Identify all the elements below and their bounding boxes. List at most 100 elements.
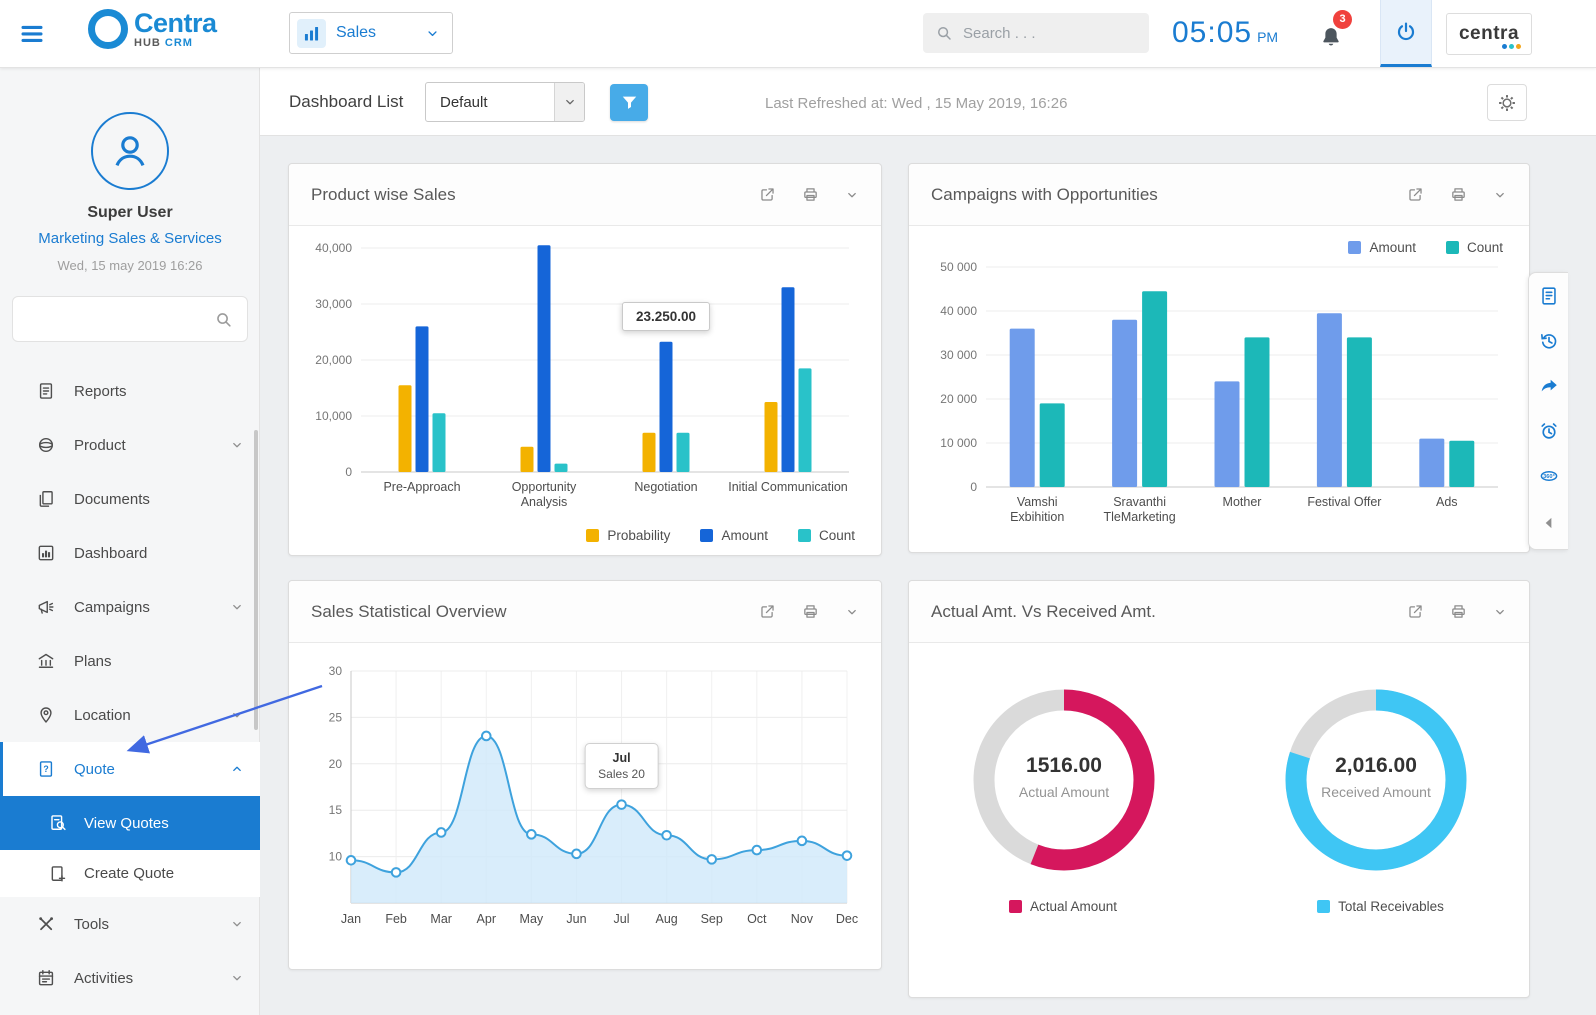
sidebar-item-campaigns[interactable]: Campaigns [0, 580, 260, 634]
card-header: Product wise Sales [289, 164, 881, 226]
expand-icon[interactable] [1407, 603, 1424, 620]
print-icon[interactable] [1450, 603, 1467, 620]
sidebar-item-dashboard[interactable]: Dashboard [0, 526, 260, 580]
sidebar-item-plans[interactable]: Plans [0, 634, 260, 688]
legend-item-count: Count [798, 528, 855, 543]
sidebar-item-quote[interactable]: ? Quote [0, 742, 260, 796]
sidebar-item-product[interactable]: Product [0, 418, 260, 472]
chart-tooltip: 23.250.00 [622, 302, 710, 331]
sidebar-scrollbar[interactable] [254, 430, 258, 730]
reminder-icon[interactable] [1538, 420, 1560, 442]
legend-swatch [798, 529, 811, 542]
logo-brand-text: Centra [134, 10, 217, 36]
last-refreshed-text: Last Refreshed at: Wed , 15 May 2019, 16… [765, 95, 1067, 112]
svg-text:30: 30 [329, 664, 343, 678]
activities-icon [36, 968, 56, 988]
svg-text:Mar: Mar [430, 912, 452, 926]
dashboard-settings-button[interactable] [1487, 84, 1527, 121]
svg-text:Opportunity: Opportunity [512, 480, 577, 494]
global-search-input[interactable] [963, 25, 1137, 42]
user-avatar[interactable] [91, 112, 169, 190]
customer-360-icon[interactable]: 360° [1538, 465, 1560, 487]
chevron-down-icon[interactable] [1493, 605, 1507, 619]
session-datetime: Wed, 15 may 2019 16:26 [0, 258, 260, 273]
expand-icon[interactable] [759, 186, 776, 203]
print-icon[interactable] [802, 186, 819, 203]
centrahub-logo[interactable]: Centra HUB CRM [88, 9, 217, 49]
module-selector[interactable]: Sales [289, 12, 453, 54]
chevron-up-icon [230, 762, 244, 776]
collapse-rail-icon[interactable] [1538, 512, 1560, 534]
print-icon[interactable] [1450, 186, 1467, 203]
dashboard-icon [36, 543, 56, 563]
legend-item-amount: Amount [1348, 240, 1416, 255]
sidebar-item-label: Plans [74, 653, 112, 670]
chevron-down-icon[interactable] [1493, 188, 1507, 202]
share-icon[interactable] [1538, 375, 1560, 397]
chevron-down-icon[interactable] [845, 188, 859, 202]
legend-swatch [1446, 241, 1459, 254]
svg-text:Apr: Apr [477, 912, 496, 926]
topbar: Centra HUB CRM Sales 05:05PM 3 centra [0, 0, 1596, 68]
sidebar: Super User Marketing Sales & Services We… [0, 68, 260, 1015]
sidebar-item-location[interactable]: Location [0, 688, 260, 742]
clock-time: 05:05 [1172, 16, 1252, 49]
partner-logo-dots [1502, 44, 1521, 49]
svg-text:Vamshi: Vamshi [1017, 495, 1058, 509]
sales-line-chart: JanFebMarAprMayJunJulAugSepOctNovDec1015… [299, 643, 871, 951]
sidebar-search-input[interactable] [27, 311, 206, 327]
sidebar-menu: Reports Product DocumentsDashboardCampaign… [0, 364, 260, 1005]
search-icon [214, 310, 233, 329]
sidebar-item-activities[interactable]: Activities [0, 951, 260, 1005]
card-actions [759, 186, 859, 203]
chevron-down-icon [230, 600, 244, 614]
sidebar-item-tools[interactable]: Tools [0, 897, 260, 951]
svg-text:10 000: 10 000 [940, 436, 977, 450]
sidebar-item-reports[interactable]: Reports [0, 364, 260, 418]
legend-label: Probability [607, 528, 670, 543]
sidebar-item-label: Product [74, 437, 126, 454]
legend-swatch [586, 529, 599, 542]
svg-text:30,000: 30,000 [315, 297, 352, 311]
quote-icon: ? [36, 759, 56, 779]
sidebar-item-documents[interactable]: Documents [0, 472, 260, 526]
legend-swatch [1009, 900, 1022, 913]
sidebar-item-view-quotes[interactable]: View Quotes [0, 796, 260, 850]
svg-text:20: 20 [329, 757, 343, 771]
dashboard-list-label: Dashboard List [289, 92, 403, 112]
chart-tooltip: Jul Sales 20 [584, 743, 659, 789]
legend-label: Amount [721, 528, 768, 543]
svg-text:10,000: 10,000 [315, 409, 352, 423]
user-department[interactable]: Marketing Sales & Services [0, 230, 260, 247]
expand-icon[interactable] [759, 603, 776, 620]
sidebar-item-label: Quote [74, 761, 115, 778]
svg-text:0: 0 [970, 480, 977, 494]
sidebar-search [12, 296, 248, 342]
legend-swatch [1317, 900, 1330, 913]
card-title: Campaigns with Opportunities [931, 185, 1158, 205]
global-search [923, 13, 1149, 53]
filter-button[interactable] [610, 84, 648, 121]
print-icon[interactable] [802, 603, 819, 620]
sidebar-item-label: View Quotes [84, 815, 169, 832]
chevron-down-icon [230, 917, 244, 931]
sidebar-item-create-quote[interactable]: Create Quote [0, 850, 260, 897]
history-icon[interactable] [1538, 330, 1560, 352]
legend-item-probability: Probability [586, 528, 670, 543]
svg-text:Exbihition: Exbihition [1010, 510, 1064, 524]
gear-icon [1497, 93, 1517, 113]
expand-icon[interactable] [1407, 186, 1424, 203]
dashboard-view-selector[interactable]: Default [425, 82, 585, 122]
location-icon [36, 705, 56, 725]
legend-label: Count [1467, 240, 1503, 255]
chevron-down-icon[interactable] [845, 605, 859, 619]
svg-text:50 000: 50 000 [940, 260, 977, 274]
logout-button[interactable] [1380, 0, 1432, 67]
svg-text:Ads: Ads [1436, 495, 1458, 509]
legend-swatch [1348, 241, 1361, 254]
hamburger-menu-icon[interactable] [16, 20, 48, 48]
svg-text:?: ? [43, 764, 48, 774]
dashboard-header: Dashboard List Default Last Refreshed at… [260, 68, 1596, 136]
notifications-button[interactable]: 3 [1314, 18, 1348, 52]
recent-records-icon[interactable] [1538, 285, 1560, 307]
